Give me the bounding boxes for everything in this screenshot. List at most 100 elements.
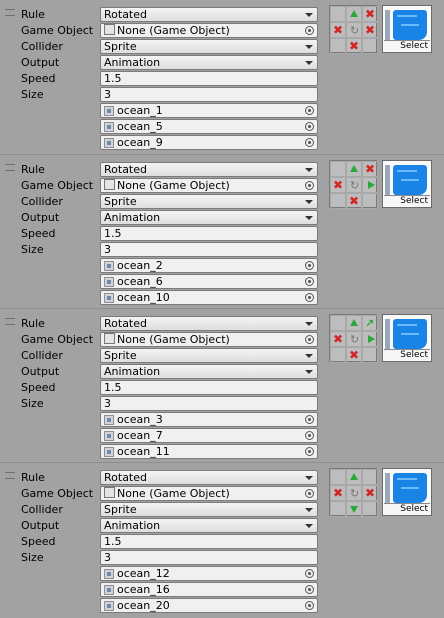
neighbor-cell[interactable] (362, 501, 378, 517)
sprite-field[interactable]: ocean_20 (100, 598, 318, 613)
neighbor-cell[interactable] (346, 501, 362, 517)
select-button[interactable]: Select (384, 195, 430, 206)
neighbor-cell[interactable]: ✖ (330, 331, 346, 347)
sprite-field[interactable]: ocean_2 (100, 258, 318, 273)
neighbor-cell[interactable]: ✖ (330, 22, 346, 38)
neighbor-cell[interactable]: ↻ (346, 331, 362, 347)
neighbor-cell[interactable] (330, 161, 346, 177)
neighbor-cell[interactable] (346, 315, 362, 331)
neighbor-cell[interactable] (362, 177, 378, 193)
drag-handle-icon[interactable] (5, 9, 15, 16)
collider-dropdown[interactable]: Sprite (100, 194, 318, 209)
sprite-field[interactable]: ocean_5 (100, 119, 318, 134)
collider-dropdown[interactable]: Sprite (100, 39, 318, 54)
output-dropdown[interactable]: Animation (100, 518, 318, 533)
neighbor-cell[interactable] (330, 38, 346, 54)
select-button[interactable]: Select (384, 503, 430, 514)
sprite-field[interactable]: ocean_6 (100, 274, 318, 289)
object-picker-icon[interactable] (305, 335, 314, 344)
game-object-field[interactable]: None (Game Object) (100, 332, 318, 347)
output-dropdown[interactable]: Animation (100, 364, 318, 379)
object-picker-icon[interactable] (305, 601, 314, 610)
select-button[interactable]: Select (384, 40, 430, 51)
neighbor-cell[interactable] (330, 347, 346, 363)
game-object-field[interactable]: None (Game Object) (100, 486, 318, 501)
object-picker-icon[interactable] (305, 26, 314, 35)
neighbor-cell[interactable] (346, 161, 362, 177)
rule-dropdown[interactable]: Rotated (100, 470, 318, 485)
size-field[interactable]: 3 (100, 87, 318, 102)
neighbor-cell[interactable]: ↻ (346, 22, 362, 38)
sprite-field[interactable]: ocean_1 (100, 103, 318, 118)
neighbor-cell[interactable] (330, 6, 346, 22)
game-object-field[interactable]: None (Game Object) (100, 178, 318, 193)
drag-handle-icon[interactable] (5, 318, 15, 325)
object-picker-icon[interactable] (305, 569, 314, 578)
sprite-field[interactable]: ocean_11 (100, 444, 318, 459)
neighbor-cell[interactable]: ✖ (346, 38, 362, 54)
neighbor-cell[interactable] (330, 501, 346, 517)
output-dropdown[interactable]: Animation (100, 210, 318, 225)
neighbor-cell[interactable] (362, 38, 378, 54)
sprite-preview[interactable]: Select (382, 314, 432, 362)
neighbor-cell[interactable]: ✖ (362, 6, 378, 22)
game-object-field[interactable]: None (Game Object) (100, 23, 318, 38)
neighbor-cell[interactable]: ✖ (330, 485, 346, 501)
speed-field[interactable]: 1.5 (100, 534, 318, 549)
sprite-field[interactable]: ocean_7 (100, 428, 318, 443)
neighbor-cell[interactable] (362, 469, 378, 485)
object-picker-icon[interactable] (305, 122, 314, 131)
select-button[interactable]: Select (384, 349, 430, 360)
collider-dropdown[interactable]: Sprite (100, 502, 318, 517)
sprite-field[interactable]: ocean_9 (100, 135, 318, 150)
sprite-preview[interactable]: Select (382, 160, 432, 208)
sprite-field[interactable]: ocean_16 (100, 582, 318, 597)
neighbor-cell[interactable]: ✖ (346, 347, 362, 363)
neighbor-cell[interactable]: ↻ (346, 485, 362, 501)
speed-field[interactable]: 1.5 (100, 380, 318, 395)
output-dropdown[interactable]: Animation (100, 55, 318, 70)
collider-dropdown[interactable]: Sprite (100, 348, 318, 363)
speed-field[interactable]: 1.5 (100, 226, 318, 241)
sprite-field[interactable]: ocean_10 (100, 290, 318, 305)
neighbor-cell[interactable]: ✖ (362, 22, 378, 38)
size-field[interactable]: 3 (100, 550, 318, 565)
sprite-preview[interactable]: Select (382, 5, 432, 53)
rule-dropdown[interactable]: Rotated (100, 7, 318, 22)
size-field[interactable]: 3 (100, 242, 318, 257)
rule-dropdown[interactable]: Rotated (100, 316, 318, 331)
neighbor-cell[interactable] (330, 315, 346, 331)
object-picker-icon[interactable] (305, 106, 314, 115)
sprite-field[interactable]: ocean_12 (100, 566, 318, 581)
sprite-field[interactable]: ocean_3 (100, 412, 318, 427)
neighbor-cell[interactable]: ✖ (362, 485, 378, 501)
object-picker-icon[interactable] (305, 489, 314, 498)
object-picker-icon[interactable] (305, 138, 314, 147)
object-picker-icon[interactable] (305, 181, 314, 190)
object-picker-icon[interactable] (305, 261, 314, 270)
object-picker-icon[interactable] (305, 585, 314, 594)
neighbor-cell[interactable]: ✖ (362, 161, 378, 177)
drag-handle-icon[interactable] (5, 472, 15, 479)
neighbor-cell[interactable] (330, 469, 346, 485)
object-picker-icon[interactable] (305, 415, 314, 424)
neighbor-cell[interactable]: ✖ (330, 177, 346, 193)
neighbor-cell[interactable] (330, 193, 346, 209)
object-picker-icon[interactable] (305, 447, 314, 456)
rule-dropdown[interactable]: Rotated (100, 162, 318, 177)
object-picker-icon[interactable] (305, 431, 314, 440)
neighbor-cell[interactable]: ↗ (362, 315, 378, 331)
neighbor-cell[interactable]: ✖ (346, 193, 362, 209)
drag-handle-icon[interactable] (5, 164, 15, 171)
object-picker-icon[interactable] (305, 277, 314, 286)
neighbor-cell[interactable] (362, 331, 378, 347)
neighbor-cell[interactable]: ↻ (346, 177, 362, 193)
object-picker-icon[interactable] (305, 293, 314, 302)
speed-field[interactable]: 1.5 (100, 71, 318, 86)
neighbor-cell[interactable] (362, 347, 378, 363)
neighbor-cell[interactable] (346, 469, 362, 485)
neighbor-cell[interactable] (346, 6, 362, 22)
neighbor-cell[interactable] (362, 193, 378, 209)
sprite-preview[interactable]: Select (382, 468, 432, 516)
size-field[interactable]: 3 (100, 396, 318, 411)
